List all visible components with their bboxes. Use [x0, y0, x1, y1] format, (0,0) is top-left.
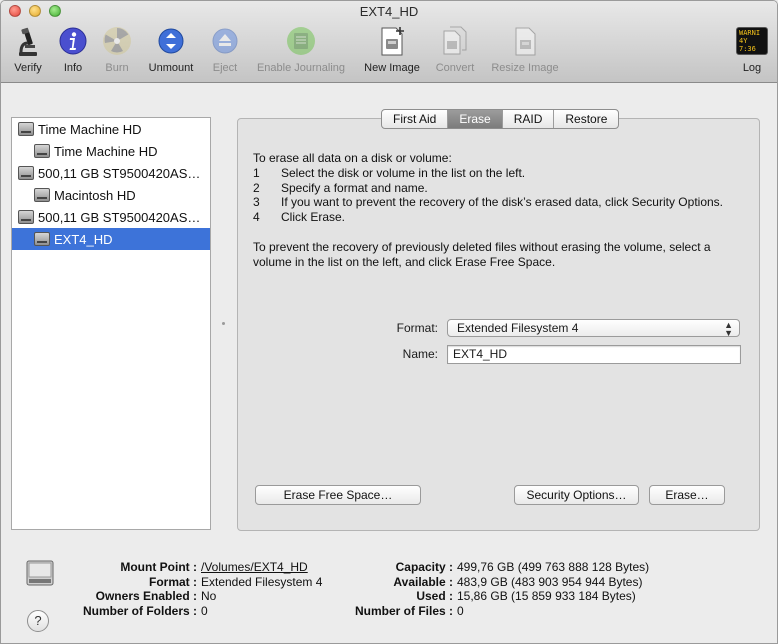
tab-erase[interactable]: Erase [448, 110, 503, 128]
tab-bar: First Aid Erase RAID Restore [381, 109, 620, 129]
hard-disk-icon [18, 166, 34, 180]
info-right: Capacity :499,76 GB (499 763 888 128 Byt… [354, 560, 650, 618]
window-title: EXT4_HD [359, 4, 419, 19]
format-label: Format: [396, 321, 438, 335]
name-label: Name: [402, 347, 438, 361]
console-log-icon: WARNI 4Y 7:36 [736, 25, 768, 57]
log-button[interactable]: WARNI 4Y 7:36 Log [734, 25, 770, 79]
erase-instructions: To erase all data on a disk or volume: 1… [253, 151, 748, 270]
erase-button[interactable]: Erase… [649, 485, 725, 505]
name-field[interactable]: EXT4_HD [447, 345, 741, 364]
list-item-selected[interactable]: EXT4_HD [12, 228, 210, 250]
mount-point-link[interactable]: /Volumes/EXT4_HD [197, 560, 308, 575]
title-toolbar-bar: EXT4_HD Verify Info Burn Unmount Eject E… [1, 1, 777, 83]
list-item[interactable]: Time Machine HD [12, 140, 210, 162]
verify-button[interactable]: Verify [9, 25, 47, 79]
tab-raid[interactable]: RAID [503, 110, 555, 128]
enable-journaling-button[interactable]: Enable Journaling [251, 25, 351, 79]
security-options-button[interactable]: Security Options… [514, 485, 639, 505]
resize-image-button[interactable]: Resize Image [487, 25, 563, 79]
help-button[interactable]: ? [27, 610, 49, 632]
list-item[interactable]: 500,11 GB ST9500420AS… [12, 162, 210, 184]
journal-icon [285, 25, 317, 57]
format-popup[interactable]: Extended Filesystem 4 ▲ ▼ [447, 319, 740, 338]
eject-button[interactable]: Eject [208, 25, 242, 79]
convert-button[interactable]: Convert [432, 25, 478, 79]
erase-free-space-info: To prevent the recovery of previously de… [253, 239, 711, 269]
info-icon [57, 25, 89, 57]
resize-image-icon [509, 25, 541, 57]
list-item[interactable]: Time Machine HD [12, 118, 210, 140]
new-image-icon [376, 25, 408, 57]
microscope-icon [12, 25, 44, 57]
new-image-button[interactable]: New Image [359, 25, 425, 79]
hard-disk-icon [18, 122, 34, 136]
info-button[interactable]: Info [56, 25, 90, 79]
hard-disk-icon [18, 210, 34, 224]
burn-button[interactable]: Burn [100, 25, 134, 79]
convert-icon [439, 25, 471, 57]
erase-free-space-button[interactable]: Erase Free Space… [255, 485, 421, 505]
unmount-button[interactable]: Unmount [144, 25, 198, 79]
tab-restore[interactable]: Restore [554, 110, 618, 128]
volume-icon [34, 144, 50, 158]
info-left: Mount Point :/Volumes/EXT4_HD Format : Ex… [82, 560, 323, 618]
list-item[interactable]: Macintosh HD [12, 184, 210, 206]
eject-icon [209, 25, 241, 57]
radioactive-icon [101, 25, 133, 57]
unmount-icon [155, 25, 187, 57]
split-view-handle[interactable] [222, 322, 225, 325]
list-item[interactable]: 500,11 GB ST9500420AS… [12, 206, 210, 228]
popup-arrows-icon: ▲ ▼ [724, 320, 733, 338]
volume-icon [34, 232, 50, 246]
disk-utility-window: EXT4_HD Verify Info Burn Unmount Eject E… [0, 0, 778, 644]
tab-first-aid[interactable]: First Aid [382, 110, 449, 128]
disk-list[interactable]: Time Machine HD Time Machine HD 500,11 G… [11, 117, 211, 530]
disk-icon [25, 558, 55, 588]
volume-icon [34, 188, 50, 202]
